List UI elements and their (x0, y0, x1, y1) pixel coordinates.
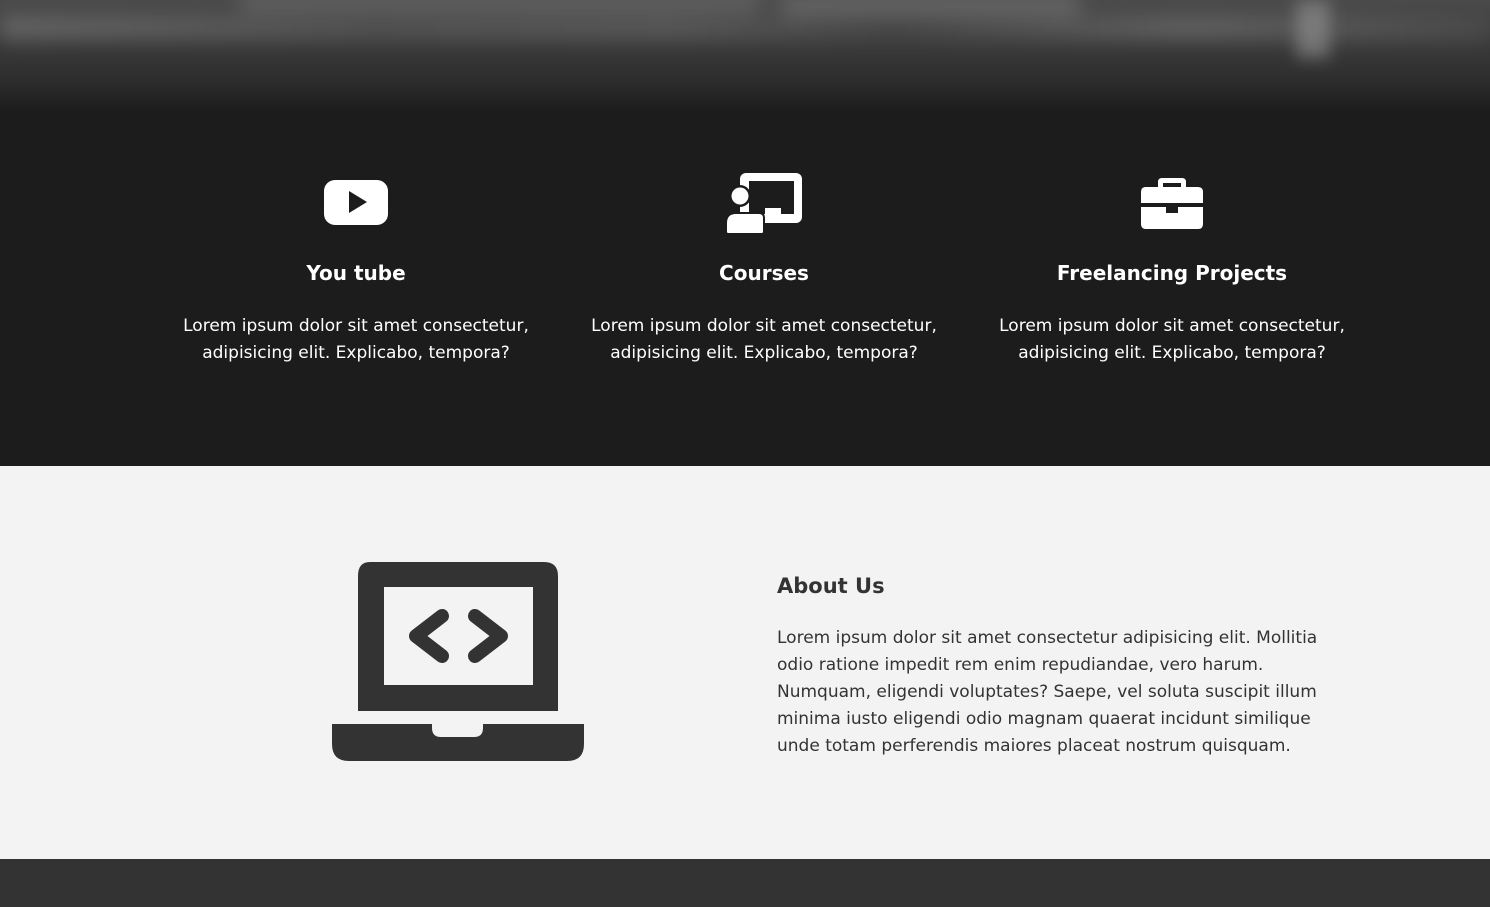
hero-banner (0, 0, 1490, 112)
about-section: About Us Lorem ipsum dolor sit amet cons… (0, 466, 1490, 859)
hero-background-blur (1296, 0, 1330, 58)
about-heading: About Us (777, 574, 885, 598)
hero-background-blur (780, 0, 1080, 16)
services-section: You tube Lorem ipsum dolor sit amet cons… (0, 112, 1490, 466)
service-description: Lorem ipsum dolor sit amet consectetur, … (591, 316, 937, 363)
about-text: Lorem ipsum dolor sit amet consectetur a… (777, 628, 1318, 756)
hero-background-blur (0, 14, 1490, 40)
service-title: You tube (306, 261, 406, 285)
service-description: Lorem ipsum dolor sit amet consectetur, … (183, 316, 529, 363)
service-description: Lorem ipsum dolor sit amet consectetur, … (999, 316, 1345, 363)
footer (0, 859, 1490, 907)
chalkboard-teacher-icon (574, 170, 954, 236)
laptop-code-icon (332, 561, 584, 763)
service-title: Courses (719, 261, 809, 285)
youtube-icon (166, 170, 546, 236)
service-title: Freelancing Projects (1056, 261, 1288, 285)
briefcase-icon (982, 170, 1362, 236)
hero-background-blur (240, 0, 760, 12)
